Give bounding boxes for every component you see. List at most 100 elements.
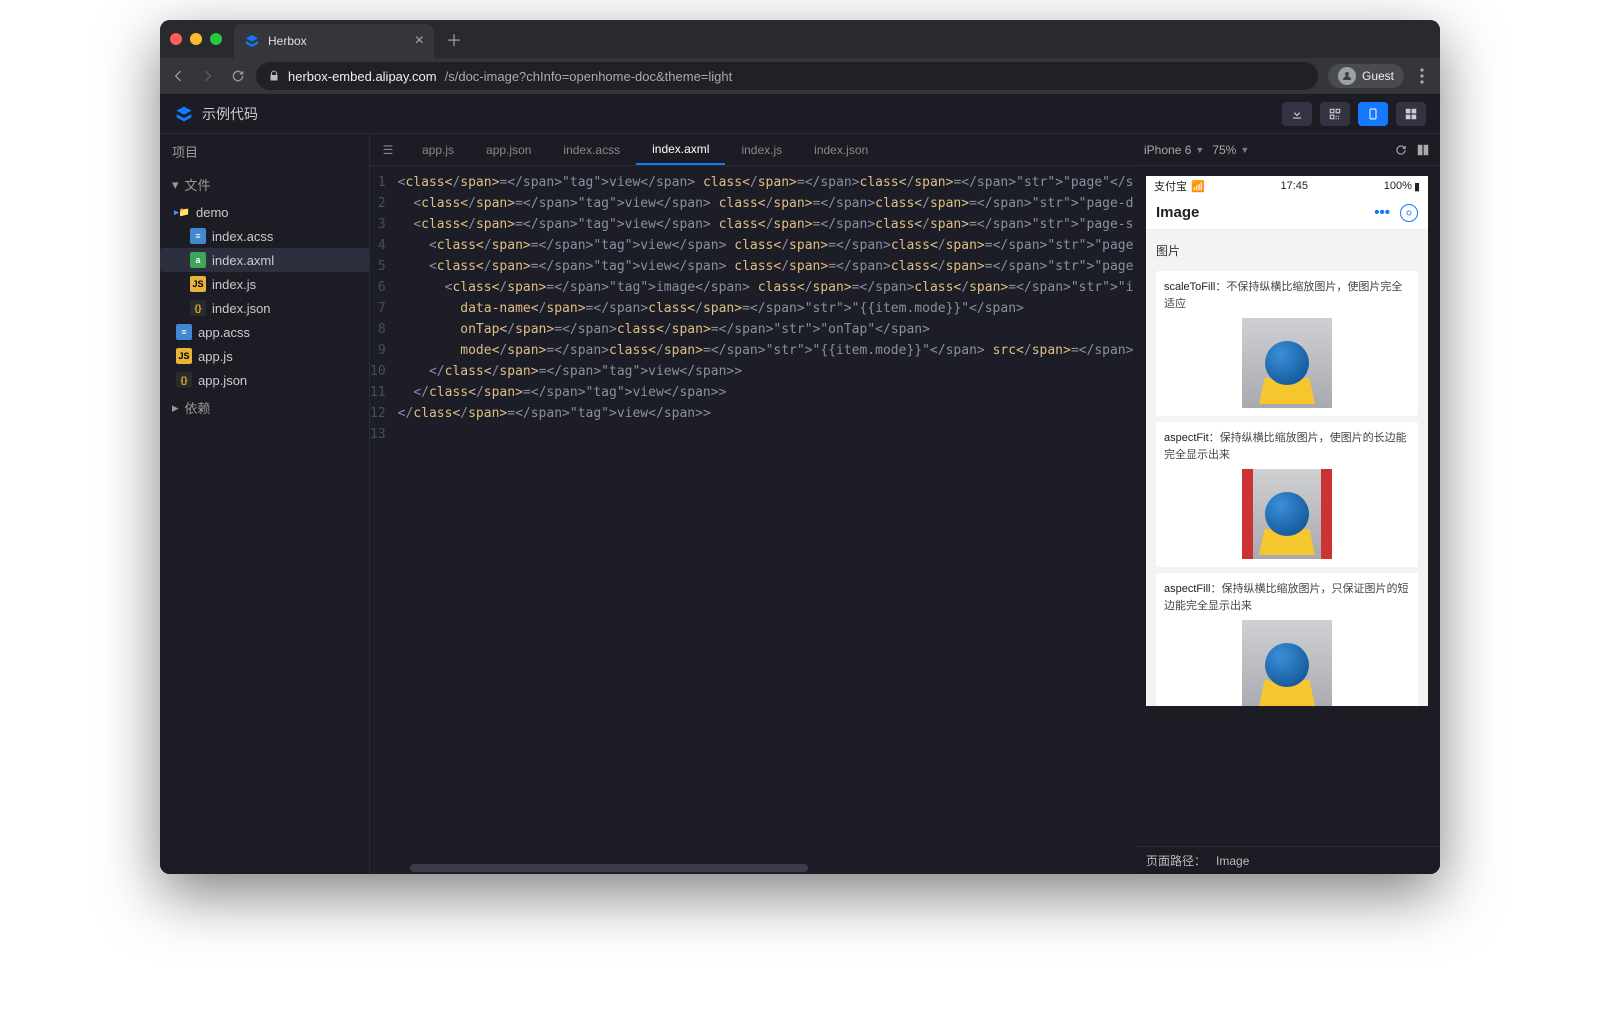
url-domain: herbox-embed.alipay.com	[288, 69, 437, 84]
image-demo-card: aspectFit：保持纵横比缩放图片，使图片的长边能完全显示出来	[1156, 422, 1418, 567]
tree-item-label: index.json	[212, 301, 271, 316]
tree-file-app-json[interactable]: {} app.json	[160, 368, 369, 392]
sidebar: 项目 ▾ 文件 ▸📁 demo ≡ index.acss a index.axm…	[160, 134, 370, 874]
app-logo-icon	[174, 104, 194, 124]
browser-tab[interactable]: Herbox ×	[234, 24, 434, 58]
app-title: 示例代码	[202, 104, 258, 124]
tree-file-index-axml[interactable]: a index.axml	[160, 248, 369, 272]
device-selector[interactable]: iPhone 6 ▼	[1144, 143, 1204, 157]
traffic-lights	[170, 33, 222, 45]
phone-navbar: Image •••	[1146, 196, 1428, 230]
folder-icon: ▸📁	[174, 204, 190, 220]
sidebar-panel-label: 项目	[160, 134, 369, 169]
tree-folder-demo[interactable]: ▸📁 demo	[160, 200, 369, 224]
axml-file-icon: a	[190, 252, 206, 268]
editor-tab-index-acss[interactable]: index.acss	[547, 134, 636, 165]
download-button[interactable]	[1282, 102, 1312, 126]
css-file-icon: ≡	[190, 228, 206, 244]
editor-pane: ☰ app.js app.json index.acss index.axml …	[370, 134, 1134, 874]
page-path-label: 页面路径：	[1146, 852, 1206, 869]
close-mini-app-button[interactable]	[1400, 204, 1418, 222]
nav-buttons	[170, 68, 246, 84]
forward-button[interactable]	[200, 68, 216, 84]
demo-image[interactable]	[1242, 318, 1332, 408]
chevron-down-icon: ▾	[172, 177, 179, 193]
maximize-window-button[interactable]	[210, 33, 222, 45]
tree-file-app-acss[interactable]: ≡ app.acss	[160, 320, 369, 344]
device-label: iPhone 6	[1144, 143, 1191, 157]
tree-section-deps[interactable]: ▸ 依赖	[160, 392, 369, 423]
demo-image[interactable]	[1253, 469, 1321, 559]
page-path-value: Image	[1216, 854, 1249, 868]
chevron-down-icon: ▼	[1195, 145, 1204, 155]
json-file-icon: {}	[190, 300, 206, 316]
card-title: aspectFit：保持纵横比缩放图片，使图片的长边能完全显示出来	[1164, 430, 1410, 463]
tree-section-label: 文件	[185, 175, 211, 194]
zoom-label: 75%	[1212, 143, 1236, 157]
js-file-icon: JS	[176, 348, 192, 364]
code-editor[interactable]: 12345678910111213 <class</span>=</span>"…	[370, 166, 1134, 874]
address-bar: herbox-embed.alipay.com/s/doc-image?chIn…	[160, 58, 1440, 94]
tree-file-app-js[interactable]: JS app.js	[160, 344, 369, 368]
tree-item-label: index.js	[212, 277, 256, 292]
demo-image[interactable]	[1242, 620, 1332, 706]
editor-tab-index-json[interactable]: index.json	[798, 134, 884, 165]
page-path-bar: 页面路径： Image	[1134, 846, 1440, 874]
menu-button[interactable]	[1414, 68, 1430, 84]
qrcode-button[interactable]	[1320, 102, 1350, 126]
tree-item-label: index.acss	[212, 229, 273, 244]
tree-section-label: 依赖	[185, 398, 211, 417]
guest-label: Guest	[1362, 69, 1394, 83]
carrier-label: 支付宝	[1154, 178, 1187, 194]
tree-file-index-json[interactable]: {} index.json	[160, 296, 369, 320]
page-description: 图片	[1146, 236, 1428, 265]
zoom-selector[interactable]: 75% ▼	[1212, 143, 1249, 157]
editor-tab-index-js[interactable]: index.js	[725, 134, 798, 165]
editor-tabbar: ☰ app.js app.json index.acss index.axml …	[370, 134, 1134, 166]
close-window-button[interactable]	[170, 33, 182, 45]
image-demo-card: aspectFill：保持纵横比缩放图片，只保证图片的短边能完全显示出来	[1156, 573, 1418, 706]
reload-button[interactable]	[230, 68, 246, 84]
battery-icon: ▮	[1414, 180, 1420, 193]
editor-menu-button[interactable]: ☰	[370, 143, 406, 157]
url-input[interactable]: herbox-embed.alipay.com/s/doc-image?chIn…	[256, 62, 1318, 90]
refresh-preview-button[interactable]	[1394, 143, 1408, 157]
profile-button[interactable]: Guest	[1328, 64, 1404, 88]
image-demo-card: scaleToFill：不保持纵横比缩放图片，使图片完全适应	[1156, 271, 1418, 416]
ide-layout: 项目 ▾ 文件 ▸📁 demo ≡ index.acss a index.axm…	[160, 134, 1440, 874]
code-body: <class</span>=</span>"tag">view</span> c…	[394, 166, 1134, 874]
clock-label: 17:45	[1205, 180, 1384, 192]
more-icon[interactable]: •••	[1374, 204, 1390, 222]
editor-tab-index-axml[interactable]: index.axml	[636, 134, 725, 165]
tree-file-index-js[interactable]: JS index.js	[160, 272, 369, 296]
phone-preview-button[interactable]	[1358, 102, 1388, 126]
tree-item-label: app.json	[198, 373, 247, 388]
minimize-window-button[interactable]	[190, 33, 202, 45]
phone-preview: 支付宝 📶 17:45 100% ▮ Image ••• 图片	[1146, 176, 1428, 706]
card-title: scaleToFill：不保持纵横比缩放图片，使图片完全适应	[1164, 279, 1410, 312]
tree-item-label: app.js	[198, 349, 233, 364]
tree-section-files[interactable]: ▾ 文件	[160, 169, 369, 200]
scrollbar-thumb[interactable]	[410, 864, 808, 872]
new-tab-button[interactable]: ＋	[446, 27, 462, 51]
tree-file-index-acss[interactable]: ≡ index.acss	[160, 224, 369, 248]
phone-page-body[interactable]: 图片 scaleToFill：不保持纵横比缩放图片，使图片完全适应 aspect…	[1146, 230, 1428, 706]
close-tab-button[interactable]: ×	[415, 32, 424, 50]
back-button[interactable]	[170, 68, 186, 84]
horizontal-scrollbar[interactable]	[410, 864, 1134, 874]
json-file-icon: {}	[176, 372, 192, 388]
line-gutter: 12345678910111213	[370, 166, 394, 874]
editor-tab-app-js[interactable]: app.js	[406, 134, 470, 165]
grid-button[interactable]	[1396, 102, 1426, 126]
favicon-icon	[244, 33, 260, 49]
layout-toggle-button[interactable]	[1416, 143, 1430, 157]
phone-statusbar: 支付宝 📶 17:45 100% ▮	[1146, 176, 1428, 196]
card-title: aspectFill：保持纵横比缩放图片，只保证图片的短边能完全显示出来	[1164, 581, 1410, 614]
titlebar: Herbox × ＋	[160, 20, 1440, 58]
editor-tab-app-json[interactable]: app.json	[470, 134, 547, 165]
battery-label: 100%	[1384, 180, 1412, 192]
preview-pane: iPhone 6 ▼ 75% ▼ 支付宝 📶 17:45 100% ▮	[1134, 134, 1440, 874]
guest-avatar-icon	[1338, 67, 1356, 85]
signal-icon: 📶	[1191, 180, 1205, 193]
tree-item-label: index.axml	[212, 253, 274, 268]
